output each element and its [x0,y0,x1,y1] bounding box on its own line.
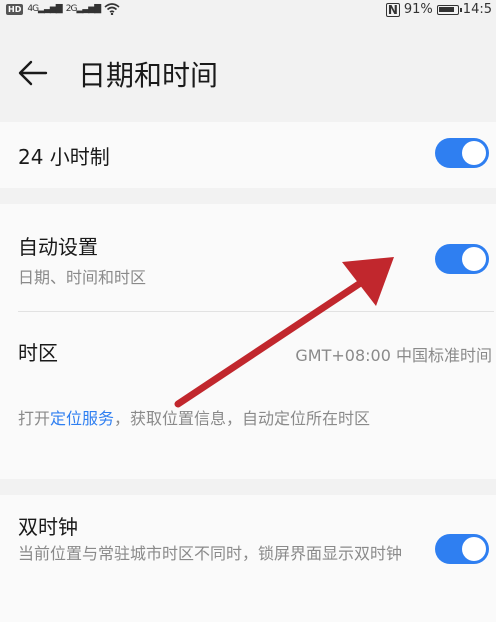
signal-2: 2G▂▃▅▇ [65,4,101,14]
location-service-link[interactable]: 定位服务 [50,409,114,428]
status-bar-right: N 91% 14:5 [385,2,492,17]
signal-1-label: 4G [27,4,39,14]
status-time: 14:5 [462,2,492,17]
auto-set-sublabel: 日期、时间和时区 [18,268,147,287]
battery-percent: 91% [403,2,433,17]
hour24-row[interactable]: 24 小时制 [0,122,496,188]
status-bar-left: HD 4G▂▃▅▇ 2G▂▃▅▇ [6,3,120,15]
dual-clock-row[interactable]: 双时钟 当前位置与常驻城市时区不同时，锁屏界面显示双时钟 [0,495,496,622]
dual-clock-toggle[interactable] [435,534,489,564]
auto-settings-card: 自动设置 日期、时间和时区 时区 GMT+08:00 中国标准时间 打开定位服务… [0,204,496,479]
page-title: 日期和时间 [78,59,219,92]
toggle-knob [462,141,486,165]
battery-fill [438,6,455,12]
location-hint: 打开定位服务，获取位置信息，自动定位所在时区 [18,402,478,436]
signal-1: 4G▂▃▅▇ [27,4,63,14]
timezone-label: 时区 [18,341,58,365]
timezone-value: GMT+08:00 中国标准时间 [295,346,492,365]
battery-icon [436,4,462,15]
hour24-label: 24 小时制 [18,145,110,169]
hour24-toggle[interactable] [435,138,489,168]
dual-clock-label: 双时钟 [18,515,78,539]
signal-2-label: 2G [65,4,78,14]
divider [18,311,494,312]
nfc-icon: N [385,2,400,17]
dual-clock-sublabel: 当前位置与常驻城市时区不同时，锁屏界面显示双时钟 [18,544,403,563]
page-header: 日期和时间 [0,22,496,122]
status-bar: HD 4G▂▃▅▇ 2G▂▃▅▇ N 91% 14:5 [0,0,496,22]
wifi-icon [104,3,120,15]
hd-badge: HD [6,3,24,15]
back-arrow-icon[interactable] [18,60,48,86]
auto-set-toggle[interactable] [435,244,489,274]
location-hint-prefix: 打开 [18,409,51,428]
toggle-knob [462,247,486,271]
location-hint-suffix: ，获取位置信息，自动定位所在时区 [114,409,371,428]
signal-bars-icon: ▂▃▅▇ [38,4,63,14]
toggle-knob [462,537,486,561]
auto-set-label: 自动设置 [18,235,98,259]
signal-bars-icon: ▂▃▅▇ [76,4,101,14]
